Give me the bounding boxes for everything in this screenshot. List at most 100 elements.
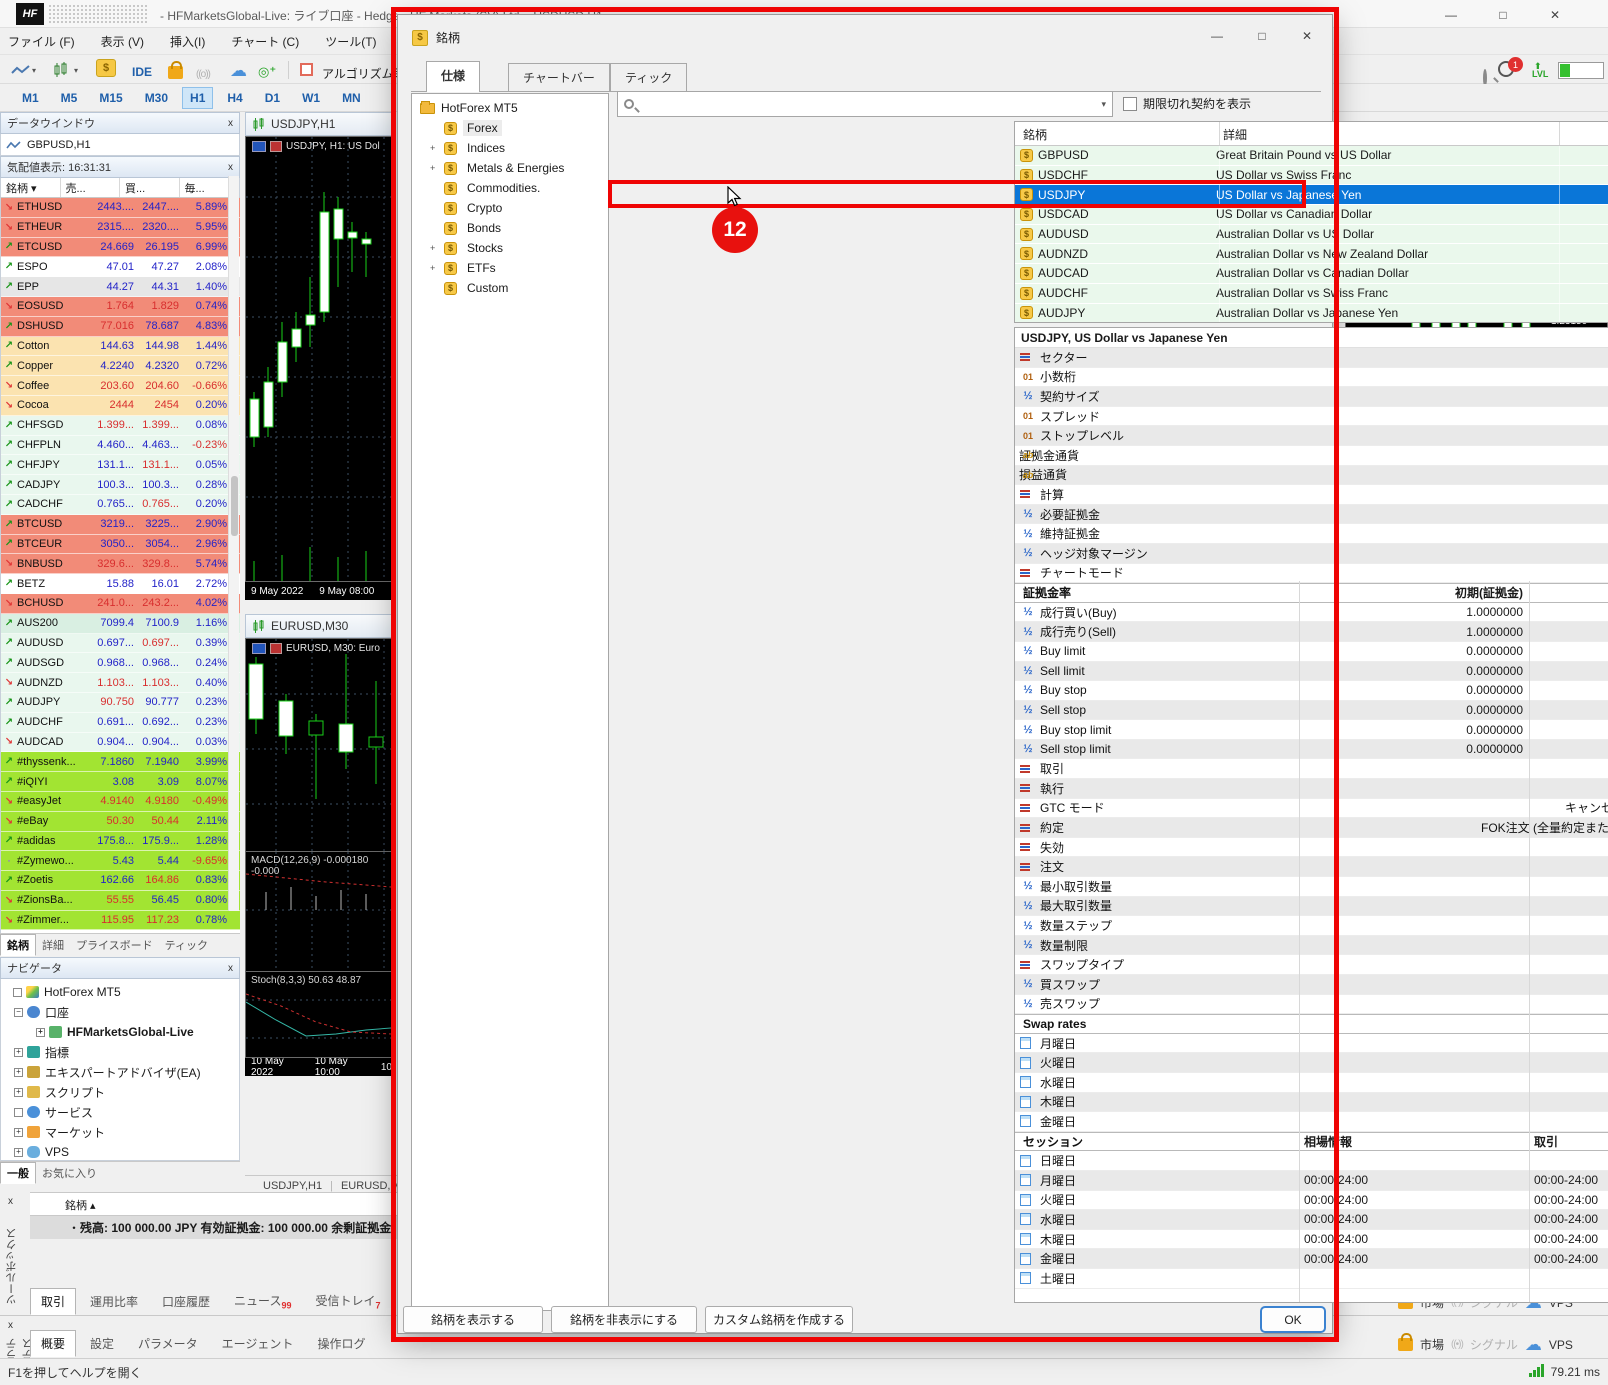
symbol-row[interactable]: $ AUDCAD Australian Dollar vs Canadian D…: [1015, 264, 1608, 284]
timeframe-button[interactable]: M1: [14, 87, 47, 109]
symbol-search-box[interactable]: ▾: [617, 91, 1113, 117]
symbol-row[interactable]: $ AUDUSD Australian Dollar vs US Dollar: [1015, 224, 1608, 245]
symbol-row[interactable]: $ AUDCHF Australian Dollar vs Swiss Fran…: [1015, 283, 1608, 304]
timeframe-button[interactable]: M5: [53, 87, 86, 109]
tree-expand-icon[interactable]: +: [14, 1147, 23, 1157]
toolbox-tab[interactable]: 口座履歴: [152, 1289, 220, 1314]
market-watch-tab[interactable]: ティック: [159, 935, 214, 955]
market-watch-row[interactable]: #easyJet 4.9140 4.9180 -0.49%: [1, 791, 240, 812]
dialog-minimize-button[interactable]: —: [1198, 25, 1236, 47]
market-watch-row[interactable]: DSHUSD 77.016 78.687 4.83%: [1, 316, 240, 337]
timeframe-button[interactable]: W1: [294, 87, 328, 109]
column-header[interactable]: 売...: [61, 178, 120, 197]
column-header[interactable]: 買...: [120, 178, 180, 197]
vps-button[interactable]: VPS: [1549, 1338, 1573, 1352]
tester-tab[interactable]: エージェント: [212, 1331, 304, 1356]
candle-chart-icon[interactable]: ▾: [52, 59, 78, 81]
tab-specification[interactable]: 仕様: [426, 61, 481, 92]
tree-item[interactable]: $ Forex: [412, 118, 608, 138]
market-watch-row[interactable]: CHFJPY 131.1... 131.1... 0.05%: [1, 455, 240, 476]
timeframe-button[interactable]: H1: [182, 86, 214, 109]
dialog-close-button[interactable]: ✕: [1288, 25, 1326, 47]
tree-expand-icon[interactable]: −: [14, 1007, 23, 1017]
navigator-tree-item[interactable]: + HFMarketsGlobal-Live: [1, 1022, 239, 1042]
market-watch-row[interactable]: #eBay 50.30 50.44 2.11%: [1, 811, 240, 832]
tree-item[interactable]: $ Crypto: [412, 198, 608, 218]
maximize-button[interactable]: □: [1484, 4, 1522, 26]
menu-item[interactable]: ツール(T): [325, 33, 376, 50]
timeframe-button[interactable]: M15: [91, 87, 130, 109]
show-symbol-button[interactable]: 銘柄を表示する: [403, 1306, 543, 1333]
chevron-down-icon[interactable]: ▾: [1101, 99, 1106, 110]
timeframe-button[interactable]: M30: [137, 87, 176, 109]
tree-item[interactable]: $ Custom: [412, 278, 608, 298]
market-watch-row[interactable]: BTCEUR 3050... 3054... 2.96%: [1, 534, 240, 555]
market-watch-tab[interactable]: 詳細: [36, 935, 70, 955]
tree-expand-icon[interactable]: +: [430, 243, 444, 253]
create-custom-symbol-button[interactable]: カスタム銘柄を作成する: [705, 1306, 853, 1333]
market-watch-row[interactable]: AUDJPY 90.750 90.777 0.23%: [1, 692, 240, 713]
signal-button[interactable]: シグナル: [1470, 1336, 1518, 1353]
column-detail[interactable]: 詳細: [1223, 126, 1247, 143]
tree-item[interactable]: $ Commodities.: [412, 178, 608, 198]
navigator-tree-item[interactable]: + VPS: [1, 1142, 239, 1160]
timeframe-button[interactable]: H4: [219, 87, 250, 109]
tree-expand-icon[interactable]: [13, 987, 22, 997]
chart-tab[interactable]: USDJPY,H1: [263, 1180, 322, 1192]
menu-item[interactable]: ファイル (F): [8, 33, 75, 50]
timeframe-button[interactable]: D1: [257, 87, 288, 109]
menu-item[interactable]: 表示 (V): [101, 33, 144, 50]
close-icon[interactable]: x: [228, 162, 233, 173]
symbol-row[interactable]: $ USDCHF US Dollar vs Swiss Franc: [1015, 165, 1608, 186]
market-watch-titlebar[interactable]: 気配値表示: 16:31:31 x: [0, 156, 240, 178]
cloud-icon[interactable]: ☁: [230, 59, 247, 81]
tab-chart-bars[interactable]: チャートバー: [508, 63, 610, 91]
market-watch-row[interactable]: AUDNZD 1.103... 1.103... 0.40%: [1, 673, 240, 693]
signals-icon[interactable]: ((o)): [196, 63, 211, 85]
navigator-tree-item[interactable]: − 口座: [1, 1002, 239, 1022]
tree-expand-icon[interactable]: +: [36, 1027, 45, 1037]
market-watch-row[interactable]: #Zimmer... 115.95 117.23 0.78%: [1, 910, 240, 931]
navigator-tree-item[interactable]: + マーケット: [1, 1122, 239, 1142]
market-watch-tab[interactable]: プライスボード: [70, 935, 159, 955]
close-icon[interactable]: x: [228, 963, 233, 974]
usdjpy-chart[interactable]: USDJPY, H1: US Dol: [245, 136, 392, 582]
symbol-row[interactable]: $ AUDNZD Australian Dollar vs New Zealan…: [1015, 244, 1608, 265]
market-watch-row[interactable]: ESPO 47.01 47.27 2.08%: [1, 257, 240, 278]
tree-item[interactable]: + $ Indices: [412, 138, 608, 158]
eurusd-chart-titlebar[interactable]: EURUSD,M30: [245, 614, 392, 638]
market-watch-row[interactable]: #ZionsBa... 55.55 56.45 0.80%: [1, 890, 240, 911]
menu-item[interactable]: 挿入(I): [170, 33, 205, 50]
market-watch-row[interactable]: CHFSGD 1.399... 1.399... 0.08%: [1, 415, 240, 436]
tree-expand-icon[interactable]: +: [14, 1047, 23, 1057]
tester-tab[interactable]: 概要: [30, 1330, 77, 1357]
market-watch-row[interactable]: ETCUSD 24.669 26.195 6.99%: [1, 237, 240, 258]
tree-item[interactable]: + $ Metals & Energies: [412, 158, 608, 178]
market-watch-row[interactable]: ETHUSD 2443.... 2447.... 5.89%: [1, 198, 240, 218]
tester-tab[interactable]: 設定: [80, 1331, 124, 1356]
tree-expand-icon[interactable]: +: [14, 1087, 23, 1097]
navigator-tree-item[interactable]: サービス: [1, 1102, 239, 1122]
dialog-titlebar[interactable]: $ 銘柄: [412, 29, 460, 46]
market-watch-row[interactable]: Coffee 203.60 204.60 -0.66%: [1, 376, 240, 396]
ok-button[interactable]: OK: [1260, 1306, 1326, 1333]
market-watch-row[interactable]: Copper 4.2240 4.2320 0.72%: [1, 356, 240, 377]
market-watch-row[interactable]: AUS200 7099.4 7100.9 1.16%: [1, 613, 240, 634]
navigator-tree-item[interactable]: + エキスパートアドバイザ(EA): [1, 1062, 239, 1082]
hide-symbol-button[interactable]: 銘柄を非表示にする: [551, 1306, 697, 1333]
market-watch-row[interactable]: Cotton 144.63 144.98 1.44%: [1, 336, 240, 357]
market-watch-row[interactable]: CADJPY 100.3... 100.3... 0.28%: [1, 475, 240, 495]
add-signal-icon[interactable]: ◎⁺: [258, 61, 276, 83]
tree-item[interactable]: $ Bonds: [412, 218, 608, 238]
deposit-icon[interactable]: $: [96, 59, 116, 77]
data-window-symbol-row[interactable]: GBPUSD,H1: [0, 134, 240, 156]
market-bag-icon[interactable]: [168, 61, 183, 79]
market-watch-scrollbar[interactable]: [228, 176, 239, 911]
market-watch-row[interactable]: EPP 44.27 44.31 1.40%: [1, 277, 240, 297]
navigator-tab[interactable]: お気に入り: [36, 1163, 103, 1183]
market-watch-row[interactable]: ETHEUR 2315.... 2320.... 5.95%: [1, 217, 240, 238]
dialog-maximize-button[interactable]: □: [1243, 25, 1281, 47]
market-watch-row[interactable]: #Zoetis 162.66 164.86 0.83%: [1, 871, 240, 891]
tree-expand-icon[interactable]: +: [14, 1067, 23, 1077]
navigator-tree-item[interactable]: + スクリプト: [1, 1082, 239, 1102]
